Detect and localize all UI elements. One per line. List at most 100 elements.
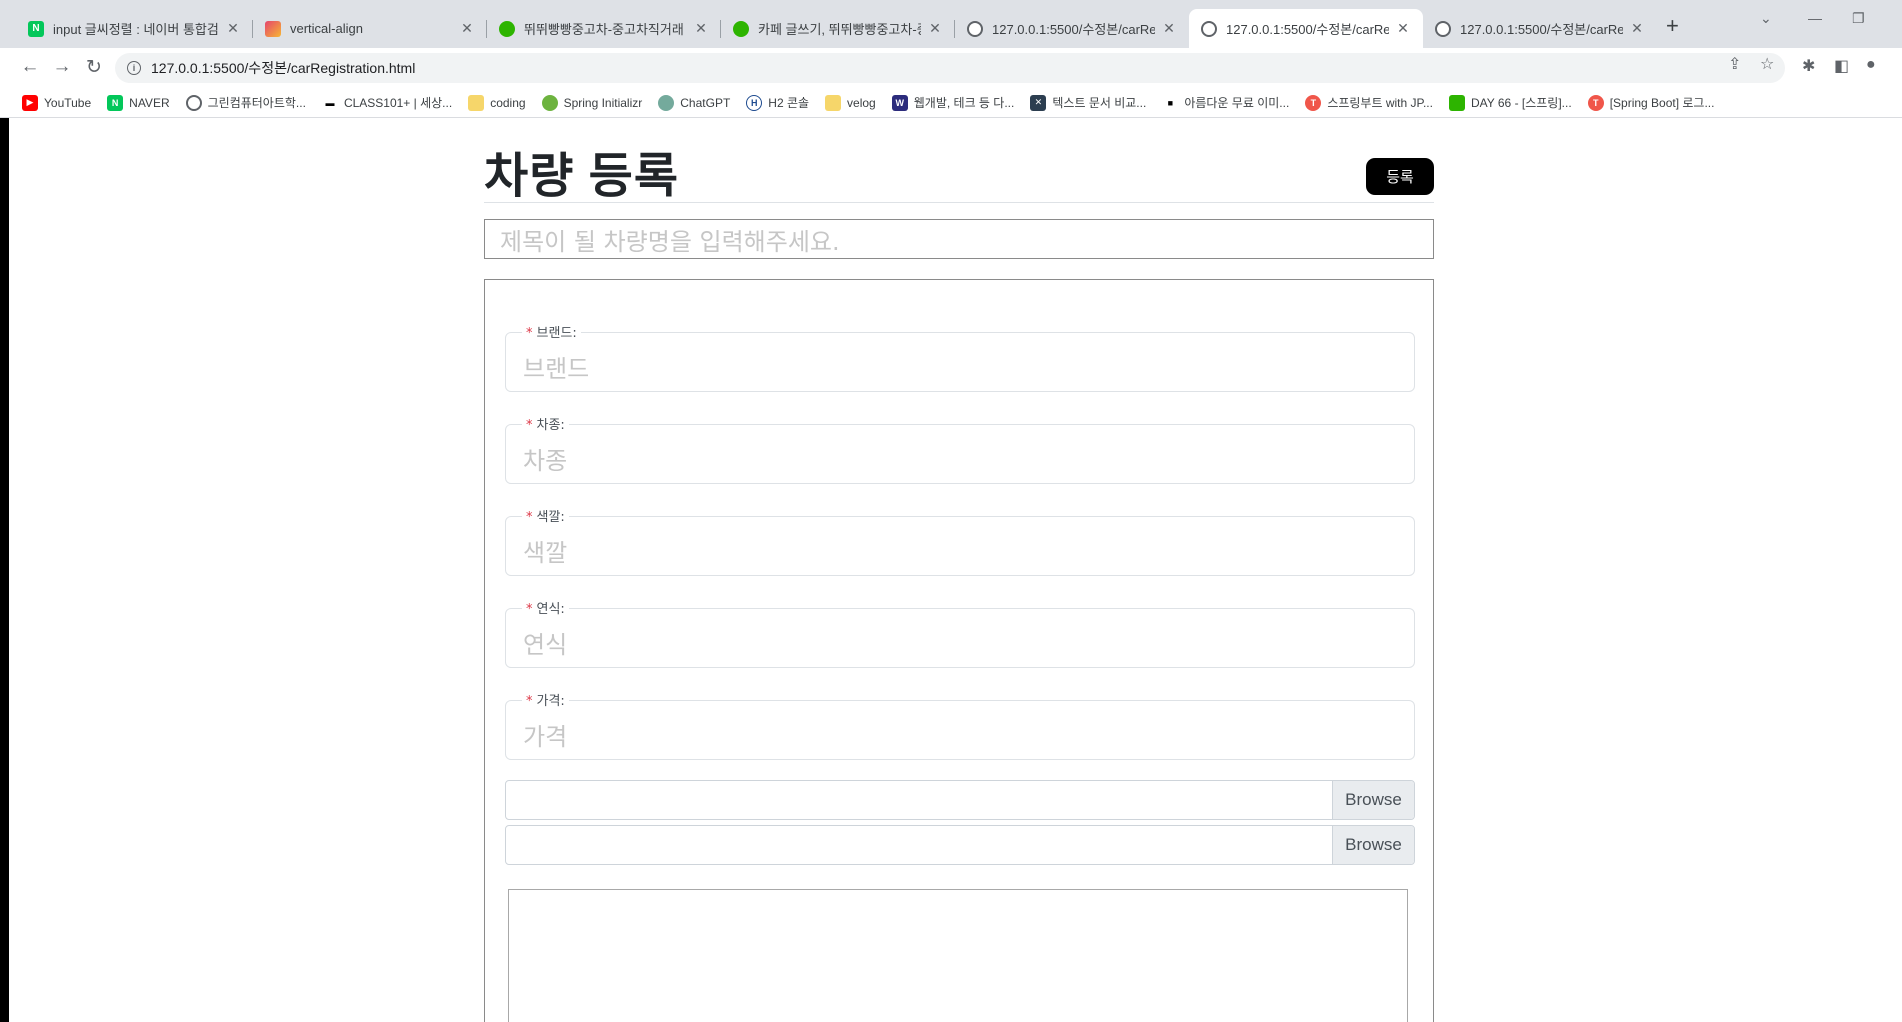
- browser-tab[interactable]: 뛰뛰빵빵중고차-중고차직거래 ✕: [487, 9, 721, 48]
- folder-icon: [468, 94, 485, 111]
- h2-icon: H: [746, 94, 763, 111]
- youtube-icon: ▶: [22, 94, 38, 111]
- bookmark-item[interactable]: 그린컴퓨터아트학...: [185, 94, 306, 111]
- bookmark-label: CLASS101+ | 세상...: [343, 96, 453, 110]
- bookmark-star-icon[interactable]: ☆: [1760, 54, 1774, 74]
- browser-tab[interactable]: N input 글씨정렬 : 네이버 통합검 ✕: [16, 9, 253, 48]
- profile-icon[interactable]: ●: [1866, 56, 1876, 74]
- close-icon[interactable]: ✕: [225, 20, 241, 37]
- bookmark-label: velog: [847, 95, 876, 110]
- tistory-icon: T: [1305, 94, 1322, 111]
- browser-tab[interactable]: vertical-align ✕: [253, 9, 487, 48]
- address-bar[interactable]: i 127.0.0.1:5500/수정본/carRegistration.htm…: [115, 53, 1785, 83]
- bookmark-label: 그린컴퓨터아트학...: [207, 96, 306, 110]
- minimize-icon[interactable]: —: [1808, 10, 1822, 26]
- folder-icon: [825, 94, 842, 111]
- globe-icon: [967, 20, 983, 37]
- globe-icon: [1435, 20, 1451, 37]
- new-tab-button[interactable]: +: [1666, 13, 1679, 39]
- car-form: * 브랜드: 브랜드 * 차종: 차종 * 색깔: 색깔 * 연식: 연식 * 가격: 가…: [484, 279, 1434, 1022]
- page-title: 차량 등록: [484, 150, 679, 203]
- bookmark-item[interactable]: Spring Initializr: [541, 94, 643, 111]
- bookmark-item[interactable]: ■ 아름다운 무료 이미...: [1162, 94, 1289, 111]
- price-field[interactable]: * 가격: 가격: [505, 690, 1415, 760]
- required-mark: *: [526, 602, 533, 617]
- share-icon[interactable]: ⇪: [1728, 54, 1741, 74]
- naver-icon: N: [107, 94, 124, 111]
- bookmarks-bar: ▶ YouTube N NAVER 그린컴퓨터아트학... ▬ CLASS101+ |…: [0, 88, 1902, 118]
- bookmark-item[interactable]: velog: [825, 94, 876, 111]
- file-input[interactable]: Browse: [505, 825, 1415, 865]
- back-icon[interactable]: ←: [18, 56, 42, 78]
- restore-icon[interactable]: ❐: [1852, 10, 1865, 27]
- close-icon[interactable]: ✕: [459, 20, 475, 37]
- field-label: * 브랜드:: [522, 322, 581, 341]
- bookmark-item[interactable]: T 스프링부트 with JP...: [1305, 94, 1433, 111]
- browse-button[interactable]: Browse: [1332, 826, 1414, 864]
- model-input[interactable]: 차종: [523, 441, 567, 476]
- model-field[interactable]: * 차종: 차종: [505, 414, 1415, 484]
- model-label: 차종:: [536, 418, 565, 433]
- url-text: 127.0.0.1:5500/수정본/carRegistration.html: [151, 60, 416, 76]
- close-icon[interactable]: ✕: [927, 20, 943, 37]
- bookmark-label: YouTube: [44, 95, 92, 110]
- close-icon[interactable]: ✕: [1395, 20, 1411, 37]
- reload-icon[interactable]: ↻: [82, 56, 106, 79]
- bookmark-label: 스프링부트 with JP...: [1327, 96, 1433, 110]
- color-field[interactable]: * 색깔: 색깔: [505, 506, 1415, 576]
- bookmark-label: Spring Initializr: [563, 95, 643, 110]
- field-label: * 연식:: [522, 598, 569, 617]
- brand-label: 브랜드:: [536, 326, 577, 341]
- browser-tab[interactable]: 카페 글쓰기, 뛰뛰빵빵중고차-중 ✕: [721, 9, 955, 48]
- tab-search-icon[interactable]: ⌄: [1760, 10, 1772, 27]
- bookmark-item[interactable]: ▶ YouTube: [22, 94, 92, 111]
- browser-tab-active[interactable]: 127.0.0.1:5500/수정본/carRegist ✕: [1189, 9, 1423, 48]
- forward-icon[interactable]: →: [50, 56, 74, 78]
- color-input[interactable]: 색깔: [523, 533, 567, 568]
- tab-strip: N input 글씨정렬 : 네이버 통합검 ✕ vertical-align …: [0, 0, 1902, 48]
- bookmark-item[interactable]: DAY 66 - [스프링]...: [1448, 94, 1572, 111]
- side-panel-icon[interactable]: ◧: [1834, 56, 1849, 76]
- bookmark-item[interactable]: T [Spring Boot] 로그...: [1587, 94, 1715, 111]
- cafe-icon: [733, 20, 749, 37]
- extensions-icon[interactable]: ✱: [1802, 56, 1815, 76]
- mdn-icon: [265, 20, 281, 37]
- diff-icon: ✕: [1030, 94, 1047, 111]
- browser-tab[interactable]: 127.0.0.1:5500/수정본/carRegist ✕: [1423, 9, 1657, 48]
- bookmark-item[interactable]: ✕ 텍스트 문서 비교...: [1030, 94, 1146, 111]
- brand-field[interactable]: * 브랜드: 브랜드: [505, 322, 1415, 392]
- car-title-input[interactable]: 제목이 될 차량명을 입력해주세요.: [484, 219, 1434, 259]
- class101-icon: ▬: [321, 94, 338, 111]
- browser-toolbar: ← → ↻ i 127.0.0.1:5500/수정본/carRegistrati…: [0, 48, 1902, 88]
- close-icon[interactable]: ✕: [1629, 20, 1645, 37]
- bookmark-item[interactable]: ▬ CLASS101+ | 세상...: [321, 94, 453, 111]
- register-button[interactable]: 등록: [1366, 158, 1434, 195]
- price-input[interactable]: 가격: [523, 717, 567, 752]
- bookmark-label: 웹개발, 테크 등 다...: [913, 96, 1015, 110]
- close-icon[interactable]: ✕: [1161, 20, 1177, 37]
- brand-input[interactable]: 브랜드: [523, 349, 589, 384]
- close-icon[interactable]: ✕: [693, 20, 709, 37]
- year-field[interactable]: * 연식: 연식: [505, 598, 1415, 668]
- divider: [484, 202, 1434, 203]
- unsplash-icon: ■: [1162, 94, 1179, 111]
- tab-title: 카페 글쓰기, 뛰뛰빵빵중고차-중: [758, 22, 921, 37]
- field-label: * 차종:: [522, 414, 569, 433]
- tab-title: vertical-align: [290, 21, 363, 36]
- bookmark-item[interactable]: N NAVER: [107, 94, 170, 111]
- bookmark-item[interactable]: W 웹개발, 테크 등 다...: [891, 94, 1015, 111]
- field-label: * 색깔:: [522, 506, 569, 525]
- naver-icon: N: [28, 20, 44, 37]
- required-mark: *: [526, 694, 533, 709]
- bookmark-label: [Spring Boot] 로그...: [1609, 96, 1715, 110]
- description-textarea[interactable]: [508, 889, 1408, 1022]
- year-input[interactable]: 연식: [523, 625, 567, 660]
- browser-tab[interactable]: 127.0.0.1:5500/수정본/carRegist ✕: [955, 9, 1189, 48]
- bookmark-item[interactable]: coding: [468, 94, 526, 111]
- bookmark-item[interactable]: H H2 콘솔: [746, 94, 809, 111]
- site-info-icon[interactable]: i: [127, 61, 141, 75]
- file-input[interactable]: Browse: [505, 780, 1415, 820]
- bookmark-item[interactable]: ChatGPT: [658, 94, 730, 111]
- browse-button[interactable]: Browse: [1332, 781, 1414, 819]
- tab-title: 뛰뛰빵빵중고차-중고차직거래: [524, 22, 684, 37]
